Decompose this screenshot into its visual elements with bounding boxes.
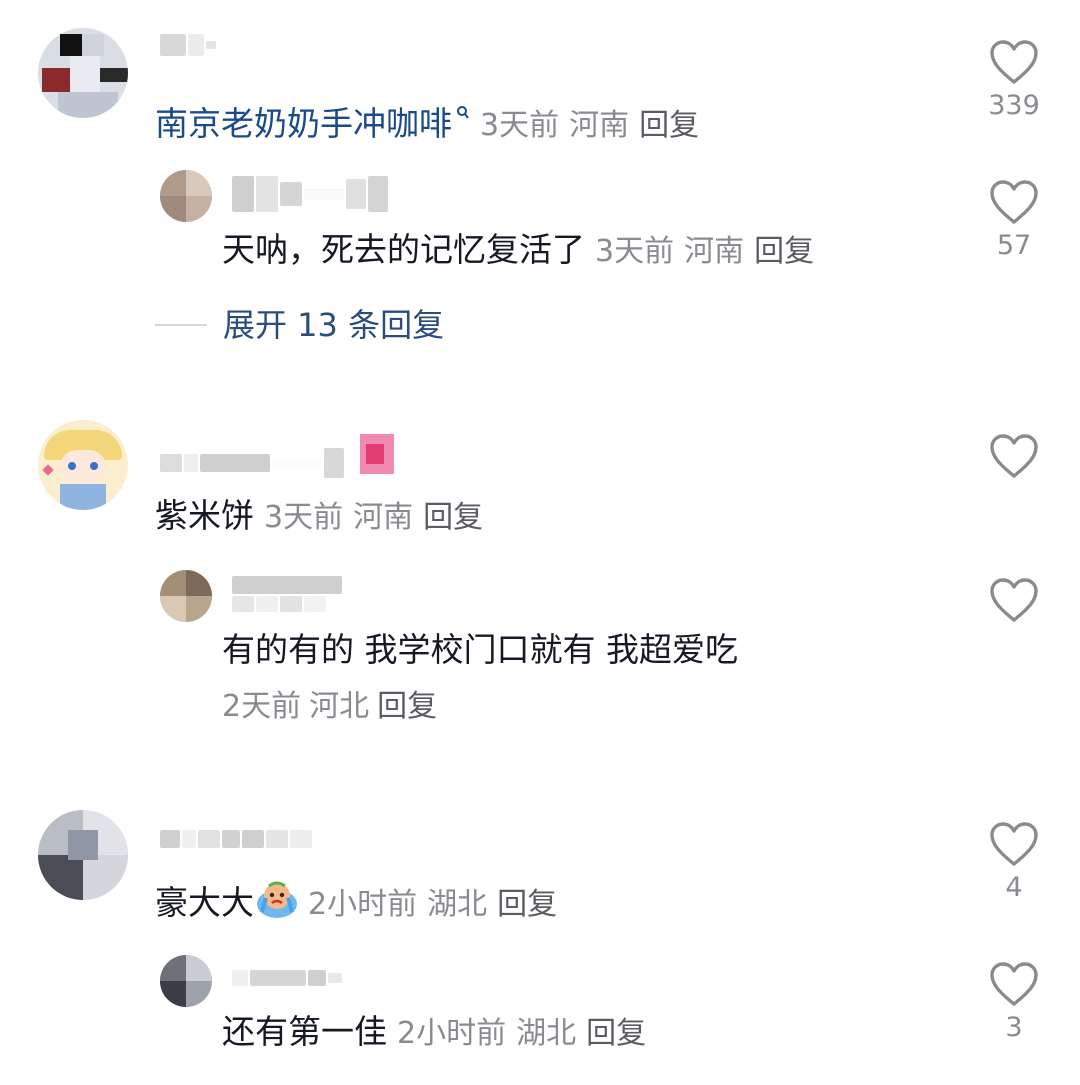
username-blurred[interactable] bbox=[232, 176, 388, 212]
username-blurred bbox=[232, 596, 326, 612]
comment-location: 湖北 bbox=[427, 887, 488, 922]
comment-text[interactable]: 南京老奶奶手冲咖啡 3天前 河南 回复 bbox=[155, 96, 699, 146]
comment-text[interactable]: 豪大大 2小时前 湖北 回复 bbox=[155, 878, 557, 925]
comment-text[interactable]: 紫米饼 3天前 河南 回复 bbox=[155, 496, 483, 538]
reply-button[interactable]: 回复 bbox=[377, 689, 437, 724]
comment-location: 河南 bbox=[684, 234, 745, 269]
expand-replies-button[interactable]: 展开 13 条回复 bbox=[155, 305, 444, 345]
search-keyword-link[interactable]: 南京老奶奶手冲咖啡 bbox=[155, 104, 452, 143]
comment-body: 紫米饼 bbox=[155, 496, 254, 535]
reply-text: 天呐，死去的记忆复活了 bbox=[222, 230, 585, 269]
comment-time: 3天前 bbox=[264, 500, 344, 535]
username-blurred[interactable] bbox=[232, 970, 342, 986]
reply-meta: 2天前 河北 回复 bbox=[222, 687, 437, 727]
reply-comment-text[interactable]: 还有第一佳 2小时前 湖北 回复 bbox=[222, 1012, 646, 1054]
reply-button[interactable]: 回复 bbox=[423, 500, 483, 535]
heart-icon bbox=[990, 40, 1038, 84]
comment-location: 河北 bbox=[309, 689, 370, 724]
crying-face-emoji-icon bbox=[256, 878, 298, 920]
comment-location: 湖北 bbox=[516, 1016, 577, 1051]
username-blurred[interactable] bbox=[160, 830, 312, 848]
reply-button[interactable]: 回复 bbox=[497, 887, 557, 922]
avatar[interactable] bbox=[38, 810, 128, 900]
heart-icon bbox=[990, 434, 1038, 478]
reply-comment-text[interactable]: 有的有的 我学校门口就有 我超爱吃 bbox=[222, 630, 738, 670]
reply-text: 还有第一佳 bbox=[222, 1012, 387, 1051]
avatar[interactable] bbox=[160, 570, 212, 622]
heart-icon bbox=[990, 578, 1038, 622]
username-blurred[interactable] bbox=[160, 34, 216, 56]
heart-icon bbox=[990, 822, 1038, 866]
like-button[interactable]: 4 bbox=[984, 822, 1044, 904]
like-count: 339 bbox=[988, 90, 1040, 121]
reply-button[interactable]: 回复 bbox=[639, 108, 699, 143]
comment-location: 河南 bbox=[569, 108, 630, 143]
avatar[interactable] bbox=[38, 28, 128, 118]
reply-text: 有的有的 我学校门口就有 我超爱吃 bbox=[222, 630, 738, 669]
username-blurred[interactable] bbox=[232, 576, 342, 594]
divider-line bbox=[155, 324, 207, 326]
reply-button[interactable]: 回复 bbox=[754, 234, 814, 269]
avatar[interactable] bbox=[38, 420, 128, 510]
comment-time: 3天前 bbox=[595, 234, 675, 269]
like-button[interactable]: 57 bbox=[984, 180, 1044, 262]
reply-button[interactable]: 回复 bbox=[586, 1016, 646, 1051]
heart-icon bbox=[990, 962, 1038, 1006]
comment-time: 3天前 bbox=[480, 108, 560, 143]
like-button[interactable] bbox=[984, 578, 1044, 624]
comment-body: 豪大大 bbox=[155, 883, 254, 922]
heart-sticker-icon bbox=[356, 430, 398, 476]
like-button[interactable]: 339 bbox=[984, 40, 1044, 122]
search-icon[interactable] bbox=[456, 96, 470, 136]
comment-location: 河南 bbox=[353, 500, 414, 535]
like-button[interactable]: 3 bbox=[984, 962, 1044, 1044]
username-blurred[interactable] bbox=[160, 448, 344, 478]
comment-time: 2小时前 bbox=[308, 887, 418, 922]
expand-replies-label[interactable]: 展开 13 条回复 bbox=[223, 305, 444, 345]
heart-icon bbox=[990, 180, 1038, 224]
like-button[interactable] bbox=[984, 434, 1044, 480]
avatar[interactable] bbox=[160, 955, 212, 1007]
like-count: 4 bbox=[1005, 872, 1023, 903]
reply-comment-text[interactable]: 天呐，死去的记忆复活了 3天前 河南 回复 bbox=[222, 230, 814, 272]
like-count: 57 bbox=[996, 230, 1032, 261]
avatar[interactable] bbox=[160, 170, 212, 222]
comment-time: 2天前 bbox=[222, 689, 302, 724]
comment-time: 2小时前 bbox=[397, 1016, 507, 1051]
like-count: 3 bbox=[1005, 1012, 1023, 1043]
